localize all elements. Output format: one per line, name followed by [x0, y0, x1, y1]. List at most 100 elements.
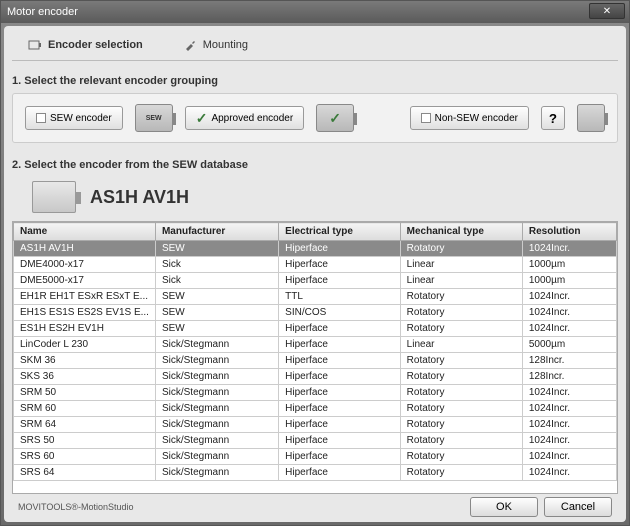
col-resolution[interactable]: Resolution: [522, 223, 616, 241]
section2-heading: 2. Select the encoder from the SEW datab…: [12, 159, 618, 171]
col-electrical-type[interactable]: Electrical type: [279, 223, 401, 241]
cell-manufacturer: Sick: [155, 273, 278, 289]
cell-manufacturer: SEW: [155, 289, 278, 305]
col-mechanical-type[interactable]: Mechanical type: [400, 223, 522, 241]
selected-encoder-display: AS1H AV1H: [32, 181, 618, 213]
cell-electrical: Hiperface: [279, 433, 401, 449]
button-label: Non-SEW encoder: [435, 113, 518, 124]
sew-encoder-graphic: SEW: [135, 104, 173, 132]
cell-name: SRM 60: [14, 401, 156, 417]
encoder-grouping-panel: SEW encoder SEW ✓ Approved encoder ✓ Non…: [12, 93, 618, 143]
cell-name: EH1S ES1S ES2S EV1S E...: [14, 305, 156, 321]
cell-name: SKS 36: [14, 369, 156, 385]
cell-electrical: Hiperface: [279, 465, 401, 481]
cell-manufacturer: Sick/Stegmann: [155, 337, 278, 353]
table-row[interactable]: DME5000-x17SickHiperfaceLinear1000µm: [14, 273, 617, 289]
dialog-window: Motor encoder ✕ Encoder selection Mounti…: [0, 0, 630, 526]
table-row[interactable]: LinCoder L 230Sick/StegmannHiperfaceLine…: [14, 337, 617, 353]
cell-manufacturer: Sick/Stegmann: [155, 449, 278, 465]
help-graphic: [577, 104, 605, 132]
col-name[interactable]: Name: [14, 223, 156, 241]
table-row[interactable]: SRS 50Sick/StegmannHiperfaceRotatory1024…: [14, 433, 617, 449]
mounting-icon: [183, 38, 197, 52]
table-row[interactable]: SRM 50Sick/StegmannHiperfaceRotatory1024…: [14, 385, 617, 401]
cancel-button[interactable]: Cancel: [544, 497, 612, 517]
cell-resolution: 1024Incr.: [522, 289, 616, 305]
cell-resolution: 1024Incr.: [522, 305, 616, 321]
button-label: Approved encoder: [211, 113, 293, 124]
col-manufacturer[interactable]: Manufacturer: [155, 223, 278, 241]
window-title: Motor encoder: [7, 6, 78, 18]
cell-name: ES1H ES2H EV1H: [14, 321, 156, 337]
ok-button[interactable]: OK: [470, 497, 538, 517]
help-label: ?: [549, 111, 557, 126]
tab-encoder-selection[interactable]: Encoder selection: [18, 36, 153, 54]
table-row[interactable]: EH1S ES1S ES2S EV1S E...SEWSIN/COSRotato…: [14, 305, 617, 321]
cell-mechanical: Rotatory: [400, 433, 522, 449]
cell-electrical: Hiperface: [279, 321, 401, 337]
cell-mechanical: Rotatory: [400, 321, 522, 337]
close-button[interactable]: ✕: [589, 3, 625, 19]
tab-label: Encoder selection: [48, 39, 143, 51]
checkmark-icon: ✓: [329, 110, 341, 127]
cell-resolution: 1000µm: [522, 257, 616, 273]
cell-name: AS1H AV1H: [14, 241, 156, 257]
cell-manufacturer: Sick/Stegmann: [155, 401, 278, 417]
table-row[interactable]: AS1H AV1HSEWHiperfaceRotatory1024Incr.: [14, 241, 617, 257]
sew-encoder-button[interactable]: SEW encoder: [25, 106, 123, 130]
table-row[interactable]: SRS 60Sick/StegmannHiperfaceRotatory1024…: [14, 449, 617, 465]
cell-resolution: 128Incr.: [522, 353, 616, 369]
table-row[interactable]: EH1R EH1T ESxR ESxT E...SEWTTLRotatory10…: [14, 289, 617, 305]
cell-resolution: 1024Incr.: [522, 465, 616, 481]
table-row[interactable]: SRM 60Sick/StegmannHiperfaceRotatory1024…: [14, 401, 617, 417]
non-sew-encoder-button[interactable]: Non-SEW encoder: [410, 106, 529, 130]
encoder-table-wrap[interactable]: Name Manufacturer Electrical type Mechan…: [12, 221, 618, 494]
chip-label: SEW: [146, 115, 162, 122]
cell-electrical: TTL: [279, 289, 401, 305]
cell-manufacturer: Sick/Stegmann: [155, 433, 278, 449]
cell-name: SRS 60: [14, 449, 156, 465]
cell-electrical: Hiperface: [279, 337, 401, 353]
table-row[interactable]: SKM 36Sick/StegmannHiperfaceRotatory128I…: [14, 353, 617, 369]
cell-resolution: 128Incr.: [522, 369, 616, 385]
square-icon: [36, 113, 46, 123]
cell-mechanical: Linear: [400, 257, 522, 273]
button-label: SEW encoder: [50, 113, 112, 124]
selected-encoder-name: AS1H AV1H: [90, 187, 189, 208]
cell-resolution: 1000µm: [522, 273, 616, 289]
cell-mechanical: Rotatory: [400, 401, 522, 417]
cell-name: SRM 50: [14, 385, 156, 401]
approved-encoder-button[interactable]: ✓ Approved encoder: [185, 106, 304, 130]
cell-manufacturer: Sick/Stegmann: [155, 385, 278, 401]
cell-name: SRS 64: [14, 465, 156, 481]
cell-electrical: Hiperface: [279, 273, 401, 289]
cell-resolution: 1024Incr.: [522, 321, 616, 337]
cell-electrical: Hiperface: [279, 369, 401, 385]
help-button[interactable]: ?: [541, 106, 565, 130]
table-row[interactable]: ES1H ES2H EV1HSEWHiperfaceRotatory1024In…: [14, 321, 617, 337]
cell-manufacturer: Sick/Stegmann: [155, 369, 278, 385]
cell-name: SRM 64: [14, 417, 156, 433]
table-row[interactable]: DME4000-x17SickHiperfaceLinear1000µm: [14, 257, 617, 273]
encoder-graphic-icon: [32, 181, 76, 213]
cell-manufacturer: Sick/Stegmann: [155, 353, 278, 369]
cell-electrical: Hiperface: [279, 417, 401, 433]
table-row[interactable]: SKS 36Sick/StegmannHiperfaceRotatory128I…: [14, 369, 617, 385]
cell-mechanical: Rotatory: [400, 417, 522, 433]
cell-electrical: Hiperface: [279, 257, 401, 273]
cell-mechanical: Rotatory: [400, 289, 522, 305]
cell-name: SKM 36: [14, 353, 156, 369]
cell-electrical: Hiperface: [279, 449, 401, 465]
cell-manufacturer: Sick/Stegmann: [155, 465, 278, 481]
cell-electrical: SIN/COS: [279, 305, 401, 321]
cell-mechanical: Rotatory: [400, 449, 522, 465]
table-row[interactable]: SRM 64Sick/StegmannHiperfaceRotatory1024…: [14, 417, 617, 433]
cell-mechanical: Linear: [400, 273, 522, 289]
cell-manufacturer: Sick/Stegmann: [155, 417, 278, 433]
tab-mounting[interactable]: Mounting: [173, 36, 258, 54]
encoder-selection-icon: [28, 38, 42, 52]
cell-name: SRS 50: [14, 433, 156, 449]
cell-manufacturer: SEW: [155, 321, 278, 337]
cell-electrical: Hiperface: [279, 241, 401, 257]
table-row[interactable]: SRS 64Sick/StegmannHiperfaceRotatory1024…: [14, 465, 617, 481]
